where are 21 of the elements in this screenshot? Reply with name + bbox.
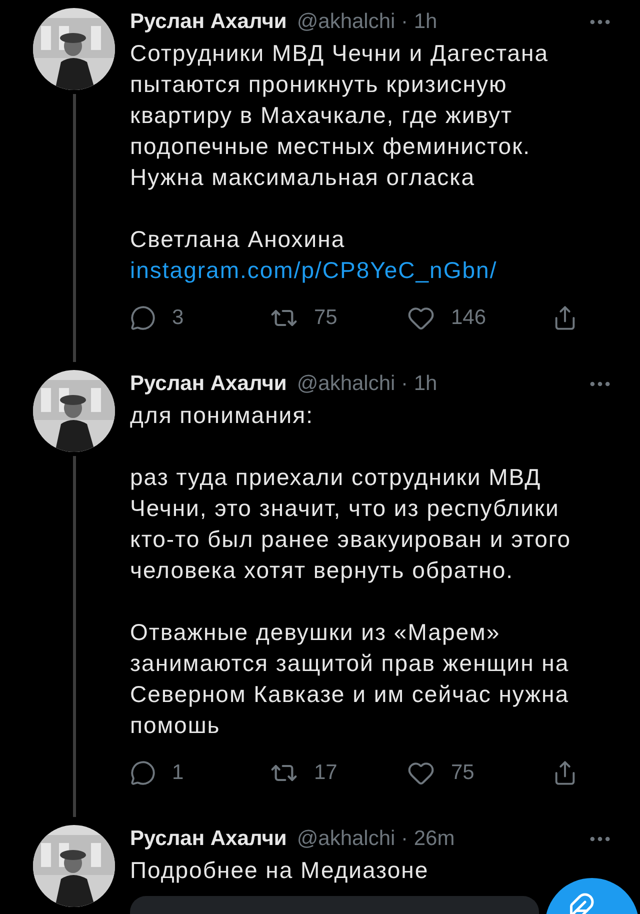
reply-button[interactable] <box>130 305 156 331</box>
like-count: 146 <box>451 305 486 332</box>
author-name: Руслан Ахалчи <box>130 826 287 852</box>
tweet-text: Подробнее на Медиазоне <box>130 856 430 885</box>
tweet-text: для понимания: <box>130 401 314 430</box>
tweet-meta: @akhalchi · 1h <box>296 371 438 398</box>
reply-count: 1 <box>172 760 184 786</box>
reply-button[interactable] <box>130 760 156 786</box>
retweet-count: 75 <box>314 305 338 332</box>
reply-count: 3 <box>172 305 184 332</box>
author-name: Руслан Ахалчи <box>130 9 287 36</box>
tweet-meta: @akhalchi · 26m <box>296 826 455 852</box>
tweet-link[interactable]: instagram.com/p/CP8YeC_nGbn/ <box>130 255 607 286</box>
tweet-text: раз туда приехали сотрудники МВД Чечни, это значит, что из республики кто-то был ранее эвакуирован и этого человека хотят вернуть обратно. <box>130 463 572 585</box>
like-count: 75 <box>451 760 474 786</box>
retweet-count: 17 <box>314 760 338 786</box>
tweet-text: Сотрудники МВД Чечни и Дагестана пытаются проникнуть кризисную квартиру в Махачкале, где живут подопечные местных феминисток. Нужна максимальная огласка <box>130 39 550 192</box>
tweet-meta: @akhalchi · 1h <box>296 9 438 36</box>
tweet-text: Светлана Анохина <box>130 225 346 254</box>
author-name: Руслан Ахалчи <box>130 371 287 398</box>
tweet-text: Отважные девушки из «Марем» занимаются защитой прав женщин на Северном Кавказе и им сейчас нужна помошь <box>130 618 570 740</box>
